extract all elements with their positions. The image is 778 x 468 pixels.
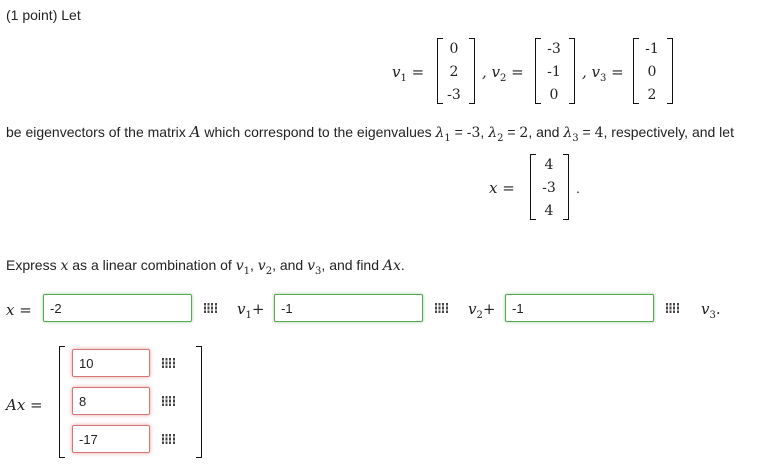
eigen-sentence: be eigenvectors of the matrix A which co…	[6, 123, 734, 144]
ax-row3-input[interactable]	[72, 425, 150, 453]
matrix-grid-icon[interactable]	[162, 396, 175, 407]
v1-label: v1 =	[392, 63, 425, 84]
matrix-grid-icon[interactable]	[666, 303, 679, 314]
matrix-grid-icon[interactable]	[435, 303, 448, 314]
coef3-input[interactable]	[505, 294, 654, 322]
v2-plus-label: v2+	[468, 300, 496, 321]
ax-row1-input[interactable]	[72, 349, 150, 377]
matrix-grid-icon[interactable]	[162, 358, 175, 369]
matrix-grid-icon[interactable]	[162, 434, 175, 445]
ax-label: Ax =	[6, 396, 43, 414]
v1-plus-label: v1+	[237, 300, 265, 321]
v3-end-label: v3.	[701, 300, 721, 321]
x-vector: 4 -3 4	[542, 157, 556, 219]
coef2-input[interactable]	[274, 294, 423, 322]
x-equals-label: x =	[6, 301, 32, 319]
ax-row2-input[interactable]	[72, 387, 150, 415]
v2-vector: -3 -1 0	[547, 41, 561, 103]
x-label: x =	[489, 179, 515, 197]
coef1-input[interactable]	[43, 294, 192, 322]
v2-label: , v2 =	[482, 63, 524, 84]
matrix-grid-icon[interactable]	[204, 303, 217, 314]
v1-vector: 0 2 -3	[447, 41, 461, 103]
v3-vector: -1 0 2	[645, 41, 659, 103]
problem-header: (1 point) Let	[6, 7, 81, 23]
instruction-text: Express x as a linear combination of v1,…	[6, 257, 405, 277]
v3-label: , v3 =	[582, 63, 624, 84]
